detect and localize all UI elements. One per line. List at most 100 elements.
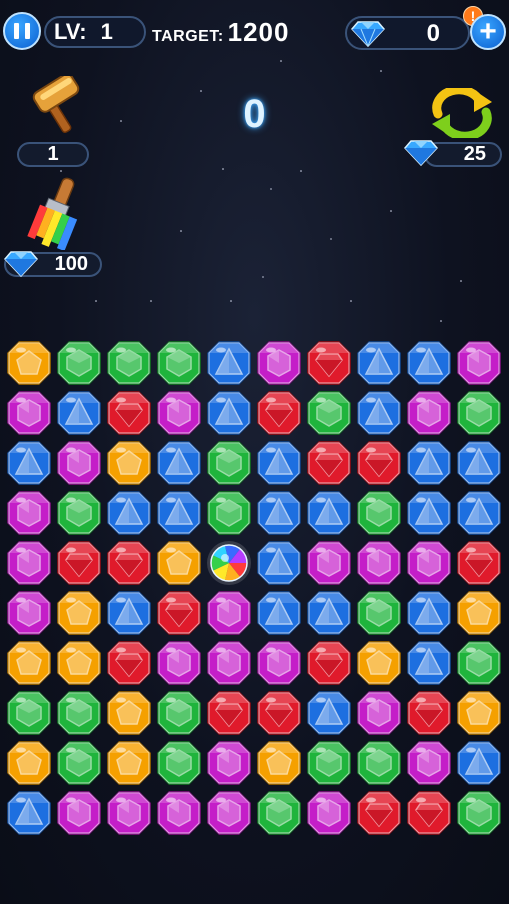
blue-gem[interactable]: [304, 588, 354, 638]
pause-button[interactable]: [3, 12, 41, 50]
red-gem[interactable]: [404, 788, 454, 838]
blue-gem[interactable]: [254, 538, 304, 588]
blue-gem[interactable]: [454, 438, 504, 488]
blue-gem[interactable]: [354, 388, 404, 438]
green-gem[interactable]: [154, 738, 204, 788]
purple-gem[interactable]: [204, 788, 254, 838]
orange-gem[interactable]: [154, 538, 204, 588]
green-gem[interactable]: [454, 388, 504, 438]
orange-gem[interactable]: [254, 738, 304, 788]
red-gem[interactable]: [104, 538, 154, 588]
orange-gem[interactable]: [454, 588, 504, 638]
blue-gem[interactable]: [304, 488, 354, 538]
green-gem[interactable]: [454, 638, 504, 688]
red-gem[interactable]: [104, 388, 154, 438]
orange-gem[interactable]: [54, 588, 104, 638]
red-gem[interactable]: [254, 388, 304, 438]
red-gem[interactable]: [304, 438, 354, 488]
purple-gem[interactable]: [354, 688, 404, 738]
rainbow-brush-icon[interactable]: [26, 176, 86, 250]
purple-gem[interactable]: [204, 588, 254, 638]
green-gem[interactable]: [54, 488, 104, 538]
green-gem[interactable]: [204, 488, 254, 538]
rainbow-gem[interactable]: [204, 538, 254, 588]
orange-gem[interactable]: [54, 638, 104, 688]
red-gem[interactable]: [304, 338, 354, 388]
orange-gem[interactable]: [4, 638, 54, 688]
hammer-icon[interactable]: [30, 76, 86, 136]
green-gem[interactable]: [354, 488, 404, 538]
orange-gem[interactable]: [454, 688, 504, 738]
blue-gem[interactable]: [254, 488, 304, 538]
blue-gem[interactable]: [354, 338, 404, 388]
blue-gem[interactable]: [154, 438, 204, 488]
purple-gem[interactable]: [204, 738, 254, 788]
purple-gem[interactable]: [54, 788, 104, 838]
blue-gem[interactable]: [4, 788, 54, 838]
red-gem[interactable]: [204, 688, 254, 738]
blue-gem[interactable]: [454, 738, 504, 788]
purple-gem[interactable]: [4, 388, 54, 438]
green-gem[interactable]: [454, 788, 504, 838]
purple-gem[interactable]: [404, 738, 454, 788]
purple-gem[interactable]: [254, 638, 304, 688]
blue-gem[interactable]: [254, 588, 304, 638]
blue-gem[interactable]: [204, 388, 254, 438]
blue-gem[interactable]: [104, 588, 154, 638]
purple-gem[interactable]: [4, 588, 54, 638]
blue-gem[interactable]: [304, 688, 354, 738]
green-gem[interactable]: [154, 338, 204, 388]
green-gem[interactable]: [354, 588, 404, 638]
green-gem[interactable]: [54, 738, 104, 788]
blue-gem[interactable]: [404, 488, 454, 538]
add-gems-button[interactable]: +: [470, 14, 506, 50]
blue-gem[interactable]: [54, 388, 104, 438]
purple-gem[interactable]: [154, 788, 204, 838]
purple-gem[interactable]: [354, 538, 404, 588]
green-gem[interactable]: [154, 688, 204, 738]
orange-gem[interactable]: [104, 738, 154, 788]
orange-gem[interactable]: [4, 738, 54, 788]
orange-gem[interactable]: [4, 338, 54, 388]
green-gem[interactable]: [354, 738, 404, 788]
green-gem[interactable]: [54, 688, 104, 738]
red-gem[interactable]: [404, 688, 454, 738]
green-gem[interactable]: [304, 738, 354, 788]
orange-gem[interactable]: [104, 688, 154, 738]
blue-gem[interactable]: [404, 588, 454, 638]
green-gem[interactable]: [4, 688, 54, 738]
purple-gem[interactable]: [304, 788, 354, 838]
red-gem[interactable]: [154, 588, 204, 638]
purple-gem[interactable]: [404, 388, 454, 438]
blue-gem[interactable]: [404, 438, 454, 488]
green-gem[interactable]: [54, 338, 104, 388]
blue-gem[interactable]: [254, 438, 304, 488]
purple-gem[interactable]: [4, 538, 54, 588]
purple-gem[interactable]: [254, 338, 304, 388]
blue-gem[interactable]: [404, 338, 454, 388]
green-gem[interactable]: [254, 788, 304, 838]
green-gem[interactable]: [104, 338, 154, 388]
shuffle-icon[interactable]: [428, 88, 496, 138]
blue-gem[interactable]: [4, 438, 54, 488]
blue-gem[interactable]: [454, 488, 504, 538]
purple-gem[interactable]: [204, 638, 254, 688]
orange-gem[interactable]: [104, 438, 154, 488]
red-gem[interactable]: [354, 788, 404, 838]
red-gem[interactable]: [354, 438, 404, 488]
purple-gem[interactable]: [4, 488, 54, 538]
purple-gem[interactable]: [304, 538, 354, 588]
purple-gem[interactable]: [404, 538, 454, 588]
red-gem[interactable]: [304, 638, 354, 688]
red-gem[interactable]: [54, 538, 104, 588]
blue-gem[interactable]: [404, 638, 454, 688]
purple-gem[interactable]: [454, 338, 504, 388]
blue-gem[interactable]: [204, 338, 254, 388]
green-gem[interactable]: [304, 388, 354, 438]
red-gem[interactable]: [454, 538, 504, 588]
purple-gem[interactable]: [154, 638, 204, 688]
red-gem[interactable]: [254, 688, 304, 738]
blue-gem[interactable]: [104, 488, 154, 538]
blue-gem[interactable]: [154, 488, 204, 538]
green-gem[interactable]: [204, 438, 254, 488]
